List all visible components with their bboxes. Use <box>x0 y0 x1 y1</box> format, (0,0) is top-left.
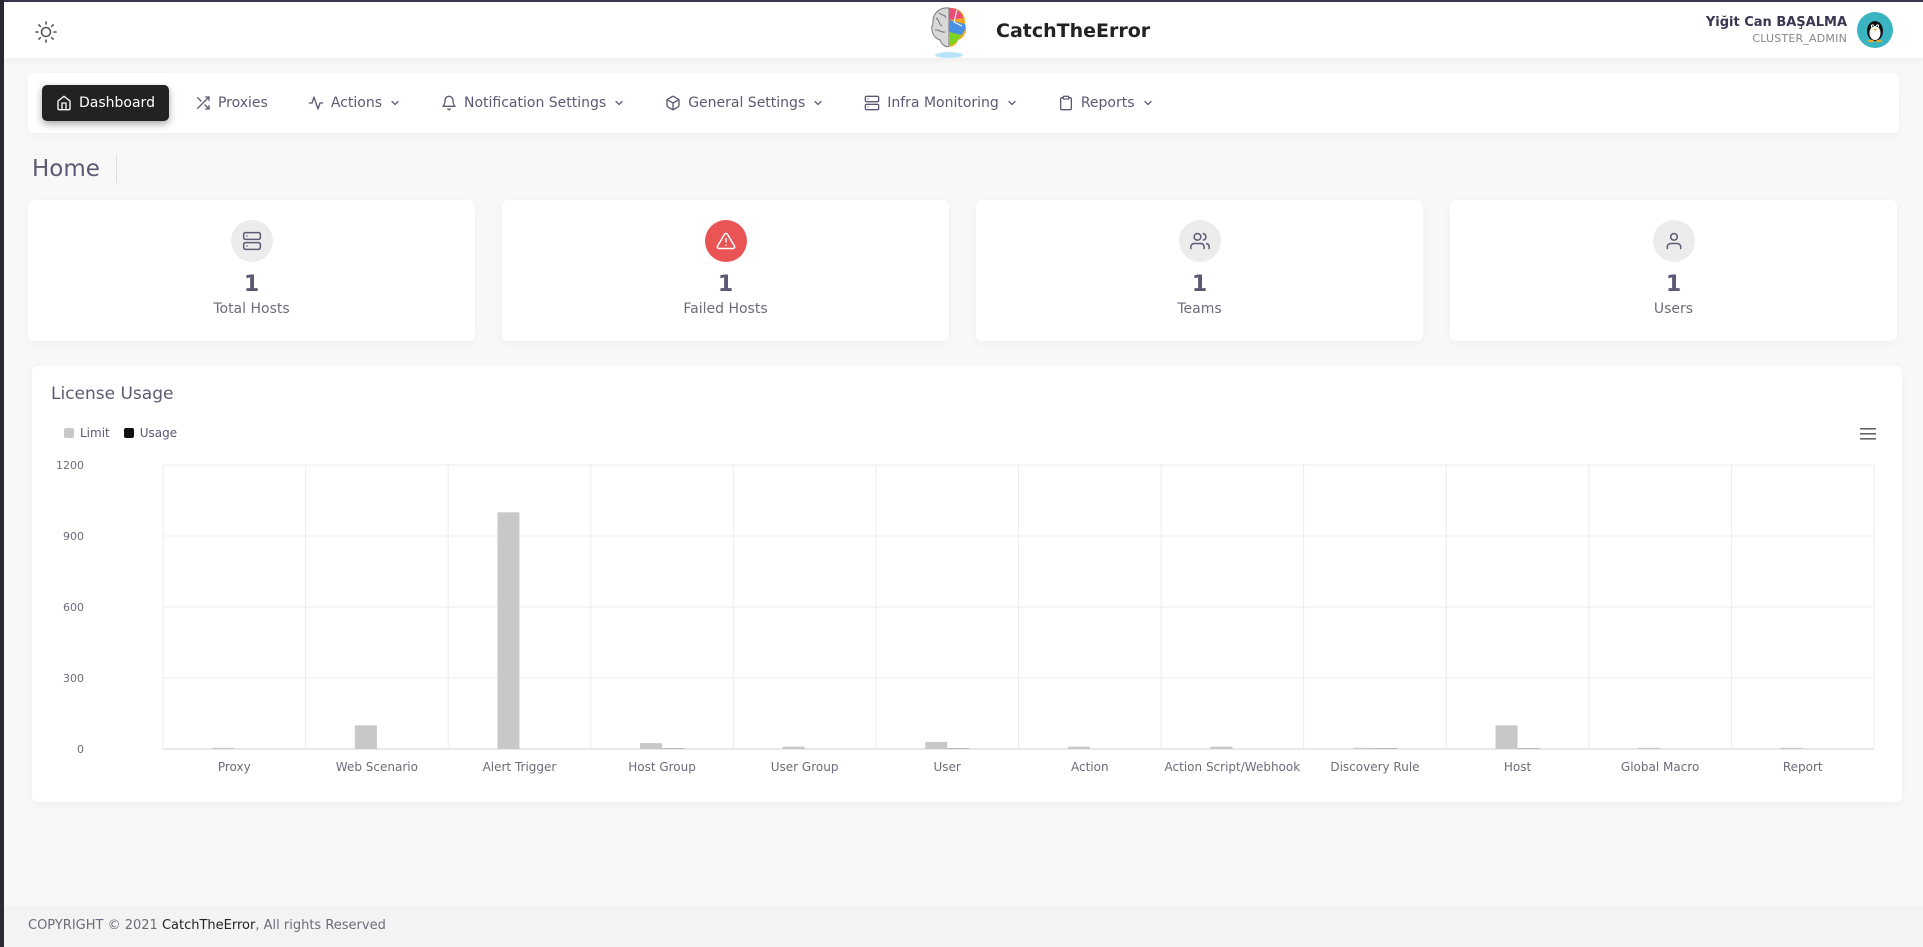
user-role: CLUSTER_ADMIN <box>1752 32 1847 45</box>
stat-card-teams: 1 Teams <box>976 200 1423 341</box>
x-tick-label: User Group <box>771 760 839 774</box>
nav-actions[interactable]: Actions <box>294 85 415 121</box>
stat-value: 1 <box>1191 272 1208 297</box>
alert-triangle-icon <box>704 220 747 262</box>
bar-limit <box>497 512 520 749</box>
x-tick-label: Action <box>1071 760 1109 774</box>
nav-general-settings[interactable]: General Settings <box>651 85 838 121</box>
stat-label: Total Hosts <box>213 301 290 317</box>
avatar[interactable] <box>1857 12 1893 48</box>
bar-limit <box>212 747 235 749</box>
shuffle-icon <box>196 96 210 110</box>
nav-label: Infra Monitoring <box>887 95 999 111</box>
top-header: CatchTheError Yiğit Can BAŞALMA CLUSTER_… <box>4 0 1923 58</box>
stat-value: 1 <box>1665 272 1682 297</box>
legend-item-limit[interactable]: Limit <box>64 426 110 440</box>
footer-copyright: COPYRIGHT © 2021 <box>28 918 162 933</box>
legend-swatch <box>123 428 134 438</box>
user-icon <box>1652 220 1695 262</box>
nav-reports[interactable]: Reports <box>1044 85 1168 121</box>
nav-proxies[interactable]: Proxies <box>181 85 282 121</box>
y-tick-label: 900 <box>63 530 84 543</box>
activity-icon <box>308 96 324 110</box>
y-tick-label: 1200 <box>56 459 84 472</box>
stat-card-total-hosts: 1 Total Hosts <box>28 200 475 341</box>
nav-label: Notification Settings <box>463 95 607 111</box>
legend-label: Limit <box>80 426 110 440</box>
x-tick-label: Action Script/Webhook <box>1165 760 1301 774</box>
y-tick-label: 300 <box>63 672 84 685</box>
stat-card-users: 1 Users <box>1450 200 1897 341</box>
legend-label: Usage <box>139 426 178 440</box>
server-icon <box>864 95 880 111</box>
chevron-down-icon <box>1008 100 1016 106</box>
stat-value: 1 <box>717 272 734 297</box>
box-icon <box>666 95 680 111</box>
x-tick-label: Host <box>1504 760 1532 774</box>
nav-label: Dashboard <box>79 95 155 111</box>
footer-rights: , All rights Reserved <box>255 918 386 933</box>
penguin-icon <box>1867 21 1883 43</box>
stat-card-failed-hosts: 1 Failed Hosts <box>502 200 949 341</box>
stat-label: Teams <box>1177 301 1222 317</box>
server-icon <box>230 220 273 262</box>
x-tick-label: Host Group <box>628 760 696 774</box>
clipboard-icon <box>1059 95 1072 111</box>
nav-notification-settings[interactable]: Notification Settings <box>427 85 639 121</box>
chevron-down-icon <box>391 100 399 106</box>
license-usage-card: 0 300 600 900 1200 Proxy Web Scenario Alert Tri… <box>32 366 1902 802</box>
x-tick-label: Web Scenario <box>336 760 418 774</box>
nav-infra-monitoring[interactable]: Infra Monitoring <box>850 85 1032 121</box>
bell-icon <box>442 95 456 111</box>
bar-limit <box>640 743 663 749</box>
stat-label: Users <box>1653 301 1694 317</box>
brain-logo <box>924 2 974 60</box>
x-tick-label: Discovery Rule <box>1330 760 1419 774</box>
y-tick-label: 600 <box>63 601 84 614</box>
chevron-down-icon <box>814 100 822 106</box>
x-tick-label: Global Macro <box>1621 760 1699 774</box>
bar-limit <box>1210 746 1233 749</box>
stat-value: 1 <box>243 272 260 297</box>
x-tick-label: Alert Trigger <box>483 760 557 774</box>
nav-label: General Settings <box>688 95 806 111</box>
sun-icon[interactable] <box>34 20 58 44</box>
page-title: Home <box>32 155 117 183</box>
y-tick-label: 0 <box>77 743 84 756</box>
users-icon <box>1178 220 1221 262</box>
bar-limit <box>1495 725 1518 749</box>
user-name: Yiğit Can BAŞALMA <box>1705 15 1847 30</box>
nav-label: Actions <box>330 95 382 111</box>
chevron-down-icon <box>1143 100 1152 106</box>
bar-limit <box>1067 746 1090 749</box>
nav-label: Proxies <box>217 95 268 111</box>
stat-label: Failed Hosts <box>683 301 768 317</box>
bar-limit <box>782 746 805 749</box>
main-navigation: Dashboard Proxies Actions Notification S… <box>28 73 1899 133</box>
legend-swatch <box>64 428 74 438</box>
hamburger-menu-icon[interactable] <box>1860 426 1876 440</box>
nav-dashboard[interactable]: Dashboard <box>42 85 169 121</box>
x-tick-label: User <box>934 760 961 774</box>
bar-limit <box>1780 747 1803 749</box>
legend-item-usage[interactable]: Usage <box>123 426 178 440</box>
x-tick-label: Proxy <box>218 760 251 774</box>
bar-limit <box>1352 747 1375 749</box>
bar-limit <box>354 725 377 749</box>
nav-label: Reports <box>1080 95 1135 111</box>
brand-name: CatchTheError <box>996 20 1151 42</box>
home-icon <box>57 95 71 111</box>
chart-title: License Usage <box>51 384 174 404</box>
chevron-down-icon <box>615 100 623 106</box>
x-tick-label: Report <box>1783 760 1823 774</box>
license-usage-chart: 0 300 600 900 1200 Proxy Web Scenario Alert Tri… <box>56 459 1875 774</box>
bar-limit <box>925 741 948 749</box>
footer-brand-link[interactable]: CatchTheError <box>162 918 255 933</box>
footer: COPYRIGHT © 2021 CatchTheError, All righ… <box>4 906 1923 947</box>
bar-limit <box>1638 747 1661 749</box>
user-menu[interactable]: Yiğit Can BAŞALMA CLUSTER_ADMIN <box>1706 12 1893 48</box>
chart-legend: Limit Usage <box>64 426 177 440</box>
